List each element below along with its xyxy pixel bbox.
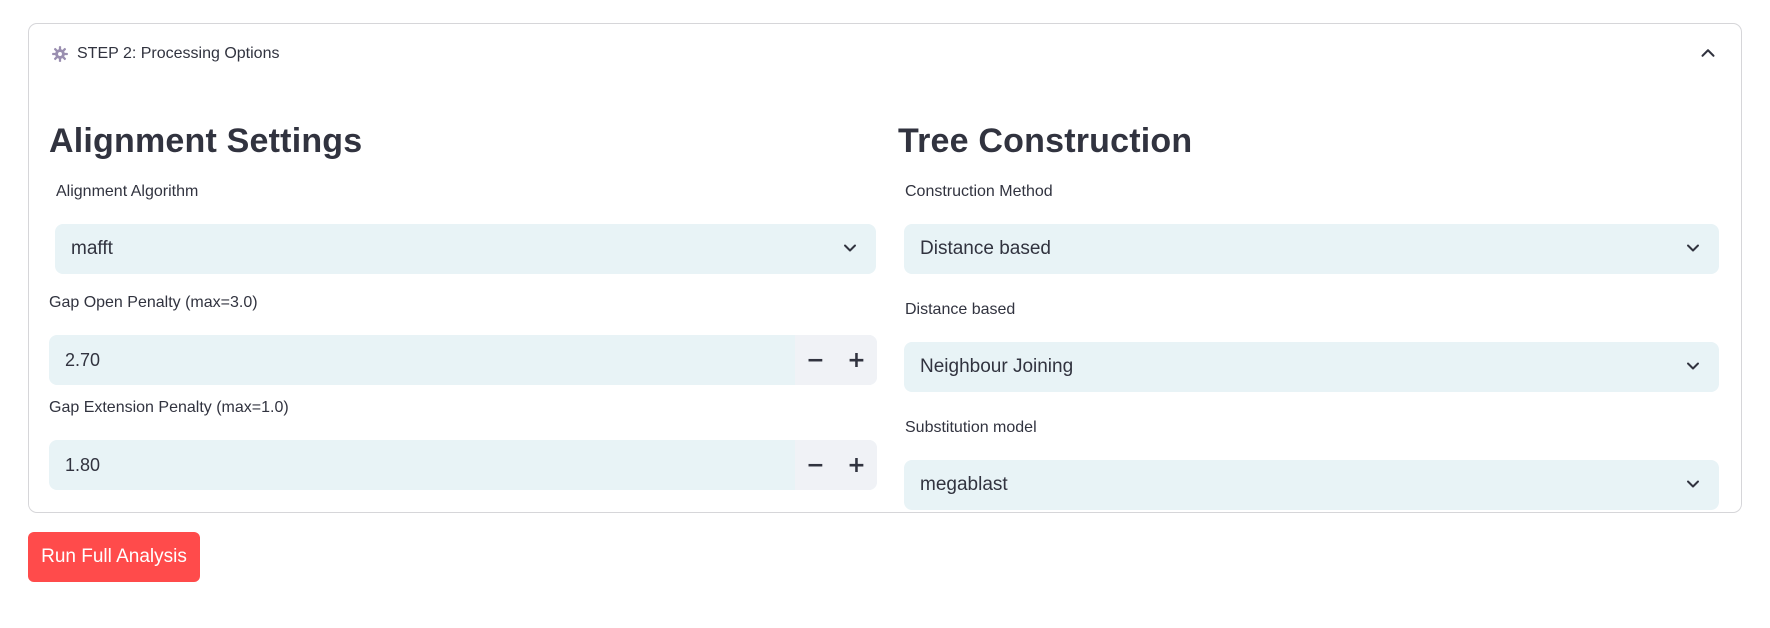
construction-method-value: Distance based (920, 238, 1051, 259)
alignment-settings-heading: Alignment Settings (49, 122, 363, 160)
distance-based-value: Neighbour Joining (920, 356, 1074, 377)
substitution-model-label: Substitution model (905, 419, 1037, 436)
chevron-down-icon (844, 244, 856, 252)
chevron-down-icon (1687, 244, 1699, 252)
gap-extension-increment-button[interactable]: + (836, 440, 877, 490)
chevron-down-icon (1687, 362, 1699, 370)
construction-method-label: Construction Method (905, 183, 1053, 200)
gap-open-penalty-input[interactable] (49, 335, 793, 385)
run-full-analysis-button[interactable]: Run Full Analysis (28, 532, 200, 582)
alignment-algorithm-value: mafft (71, 238, 113, 259)
expander-header[interactable]: STEP 2: Processing Options (29, 24, 1741, 84)
gear-icon (52, 46, 68, 62)
substitution-model-value: megablast (920, 474, 1008, 495)
gap-extension-penalty-stepper: − + (795, 440, 877, 490)
alignment-algorithm-select[interactable]: mafft (55, 224, 876, 274)
chevron-down-icon (1687, 480, 1699, 488)
alignment-algorithm-label: Alignment Algorithm (56, 183, 199, 200)
gap-open-penalty-stepper: − + (795, 335, 877, 385)
gap-extension-penalty-input[interactable] (49, 440, 793, 490)
gap-extension-decrement-button[interactable]: − (795, 440, 836, 490)
gap-open-increment-button[interactable]: + (836, 335, 877, 385)
chevron-up-icon[interactable] (1697, 42, 1719, 64)
expander-title: STEP 2: Processing Options (77, 45, 280, 62)
gap-open-penalty-label: Gap Open Penalty (max=3.0) (49, 294, 258, 311)
distance-based-select[interactable]: Neighbour Joining (904, 342, 1719, 392)
distance-based-label: Distance based (905, 301, 1016, 318)
gap-open-decrement-button[interactable]: − (795, 335, 836, 385)
gap-extension-penalty-label: Gap Extension Penalty (max=1.0) (49, 399, 289, 416)
gap-open-penalty-field: − + (49, 335, 877, 385)
gap-extension-penalty-field: − + (49, 440, 877, 490)
tree-construction-heading: Tree Construction (898, 122, 1193, 160)
substitution-model-select[interactable]: megablast (904, 460, 1719, 510)
construction-method-select[interactable]: Distance based (904, 224, 1719, 274)
processing-options-expander: STEP 2: Processing Options Alignment Set… (28, 23, 1742, 513)
